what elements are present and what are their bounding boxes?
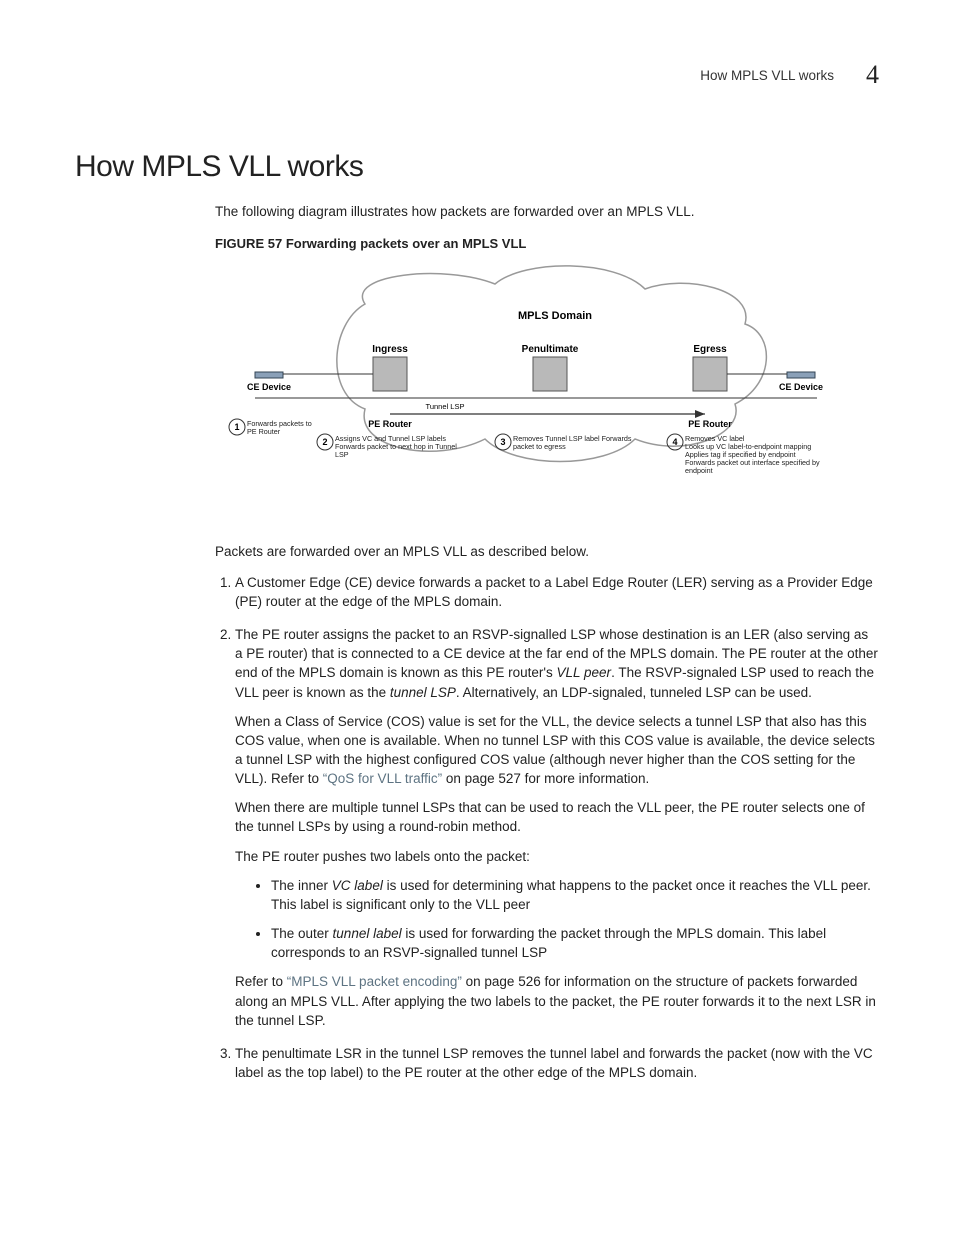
svg-text:2: 2 (322, 437, 327, 447)
lead-paragraph: Packets are forwarded over an MPLS VLL a… (215, 542, 879, 561)
b1-a: The inner (271, 878, 332, 893)
chapter-number: 4 (866, 60, 879, 90)
figure-title: Forwarding packets over an MPLS VLL (286, 236, 527, 251)
tunnel-label-term: tunnel label (333, 926, 402, 941)
ce-left-icon (255, 372, 283, 378)
list-item: The inner VC label is used for determini… (271, 876, 879, 914)
qos-link[interactable]: “QoS for VLL traffic” (323, 771, 442, 786)
vll-peer-term: VLL peer (557, 665, 612, 680)
ce-left-label: CE Device (247, 382, 291, 392)
egress-label: Egress (693, 344, 727, 355)
ce-right-icon (787, 372, 815, 378)
label-bullets: The inner VC label is used for determini… (235, 876, 879, 963)
egress-router-icon (693, 357, 727, 391)
svg-text:4: 4 (672, 437, 677, 447)
step-1-text: A Customer Edge (CE) device forwards a p… (235, 575, 873, 609)
figure-diagram: MPLS Domain Ingress Penultimate Egress C… (215, 264, 879, 514)
content-body: The following diagram illustrates how pa… (215, 202, 879, 1082)
list-item: The PE router assigns the packet to an R… (235, 625, 879, 1030)
tunnel-lsp-label: Tunnel LSP (426, 402, 465, 411)
step3-text: Removes Tunnel LSP label Forwards packet… (513, 435, 638, 451)
list-item: The penultimate LSR in the tunnel LSP re… (235, 1044, 879, 1082)
pe-left-label: PE Router (368, 419, 412, 429)
list-item: The outer tunnel label is used for forwa… (271, 924, 879, 962)
section-title: How MPLS VLL works (75, 150, 879, 184)
penultimate-router-icon (533, 357, 567, 391)
step1-text: Forwards packets to PE Router (247, 420, 322, 436)
step-2-roundrobin: When there are multiple tunnel LSPs that… (235, 798, 879, 836)
mpls-domain-label: MPLS Domain (518, 310, 592, 322)
ingress-router-icon (373, 357, 407, 391)
list-item: A Customer Edge (CE) device forwards a p… (235, 573, 879, 611)
intro-paragraph: The following diagram illustrates how pa… (215, 202, 879, 221)
step-2-cos: When a Class of Service (COS) value is s… (235, 712, 879, 789)
step4-text: Removes VC label Looks up VC label-to-en… (685, 435, 845, 475)
step-3-text: The penultimate LSR in the tunnel LSP re… (235, 1046, 873, 1080)
step-2-push: The PE router pushes two labels onto the… (235, 847, 879, 866)
running-header: How MPLS VLL works 4 (75, 60, 879, 90)
numbered-steps: A Customer Edge (CE) device forwards a p… (215, 573, 879, 1082)
tunnel-lsp-term: tunnel LSP (390, 685, 456, 700)
ce-right-label: CE Device (779, 382, 823, 392)
b2-a: The outer (271, 926, 333, 941)
figure-caption: FIGURE 57 Forwarding packets over an MPL… (215, 235, 879, 253)
pe-right-label: PE Router (688, 419, 732, 429)
step2-text: Assigns VC and Tunnel LSP labels Forward… (335, 435, 470, 459)
vc-label-term: VC label (332, 878, 383, 893)
step-2-c: . Alternatively, an LDP-signaled, tunnel… (456, 685, 812, 700)
figure-number: FIGURE 57 (215, 236, 282, 251)
refer-a: Refer to (235, 974, 287, 989)
document-page: How MPLS VLL works 4 How MPLS VLL works … (0, 0, 954, 1156)
running-title: How MPLS VLL works (700, 68, 834, 83)
step-2-refer: Refer to “MPLS VLL packet encoding” on p… (235, 972, 879, 1029)
ingress-label: Ingress (372, 344, 408, 355)
svg-text:3: 3 (500, 437, 505, 447)
penultimate-label: Penultimate (522, 344, 579, 355)
encoding-link[interactable]: “MPLS VLL packet encoding” (287, 974, 462, 989)
svg-text:1: 1 (234, 422, 239, 432)
cos-text-b: on page 527 for more information. (442, 771, 649, 786)
